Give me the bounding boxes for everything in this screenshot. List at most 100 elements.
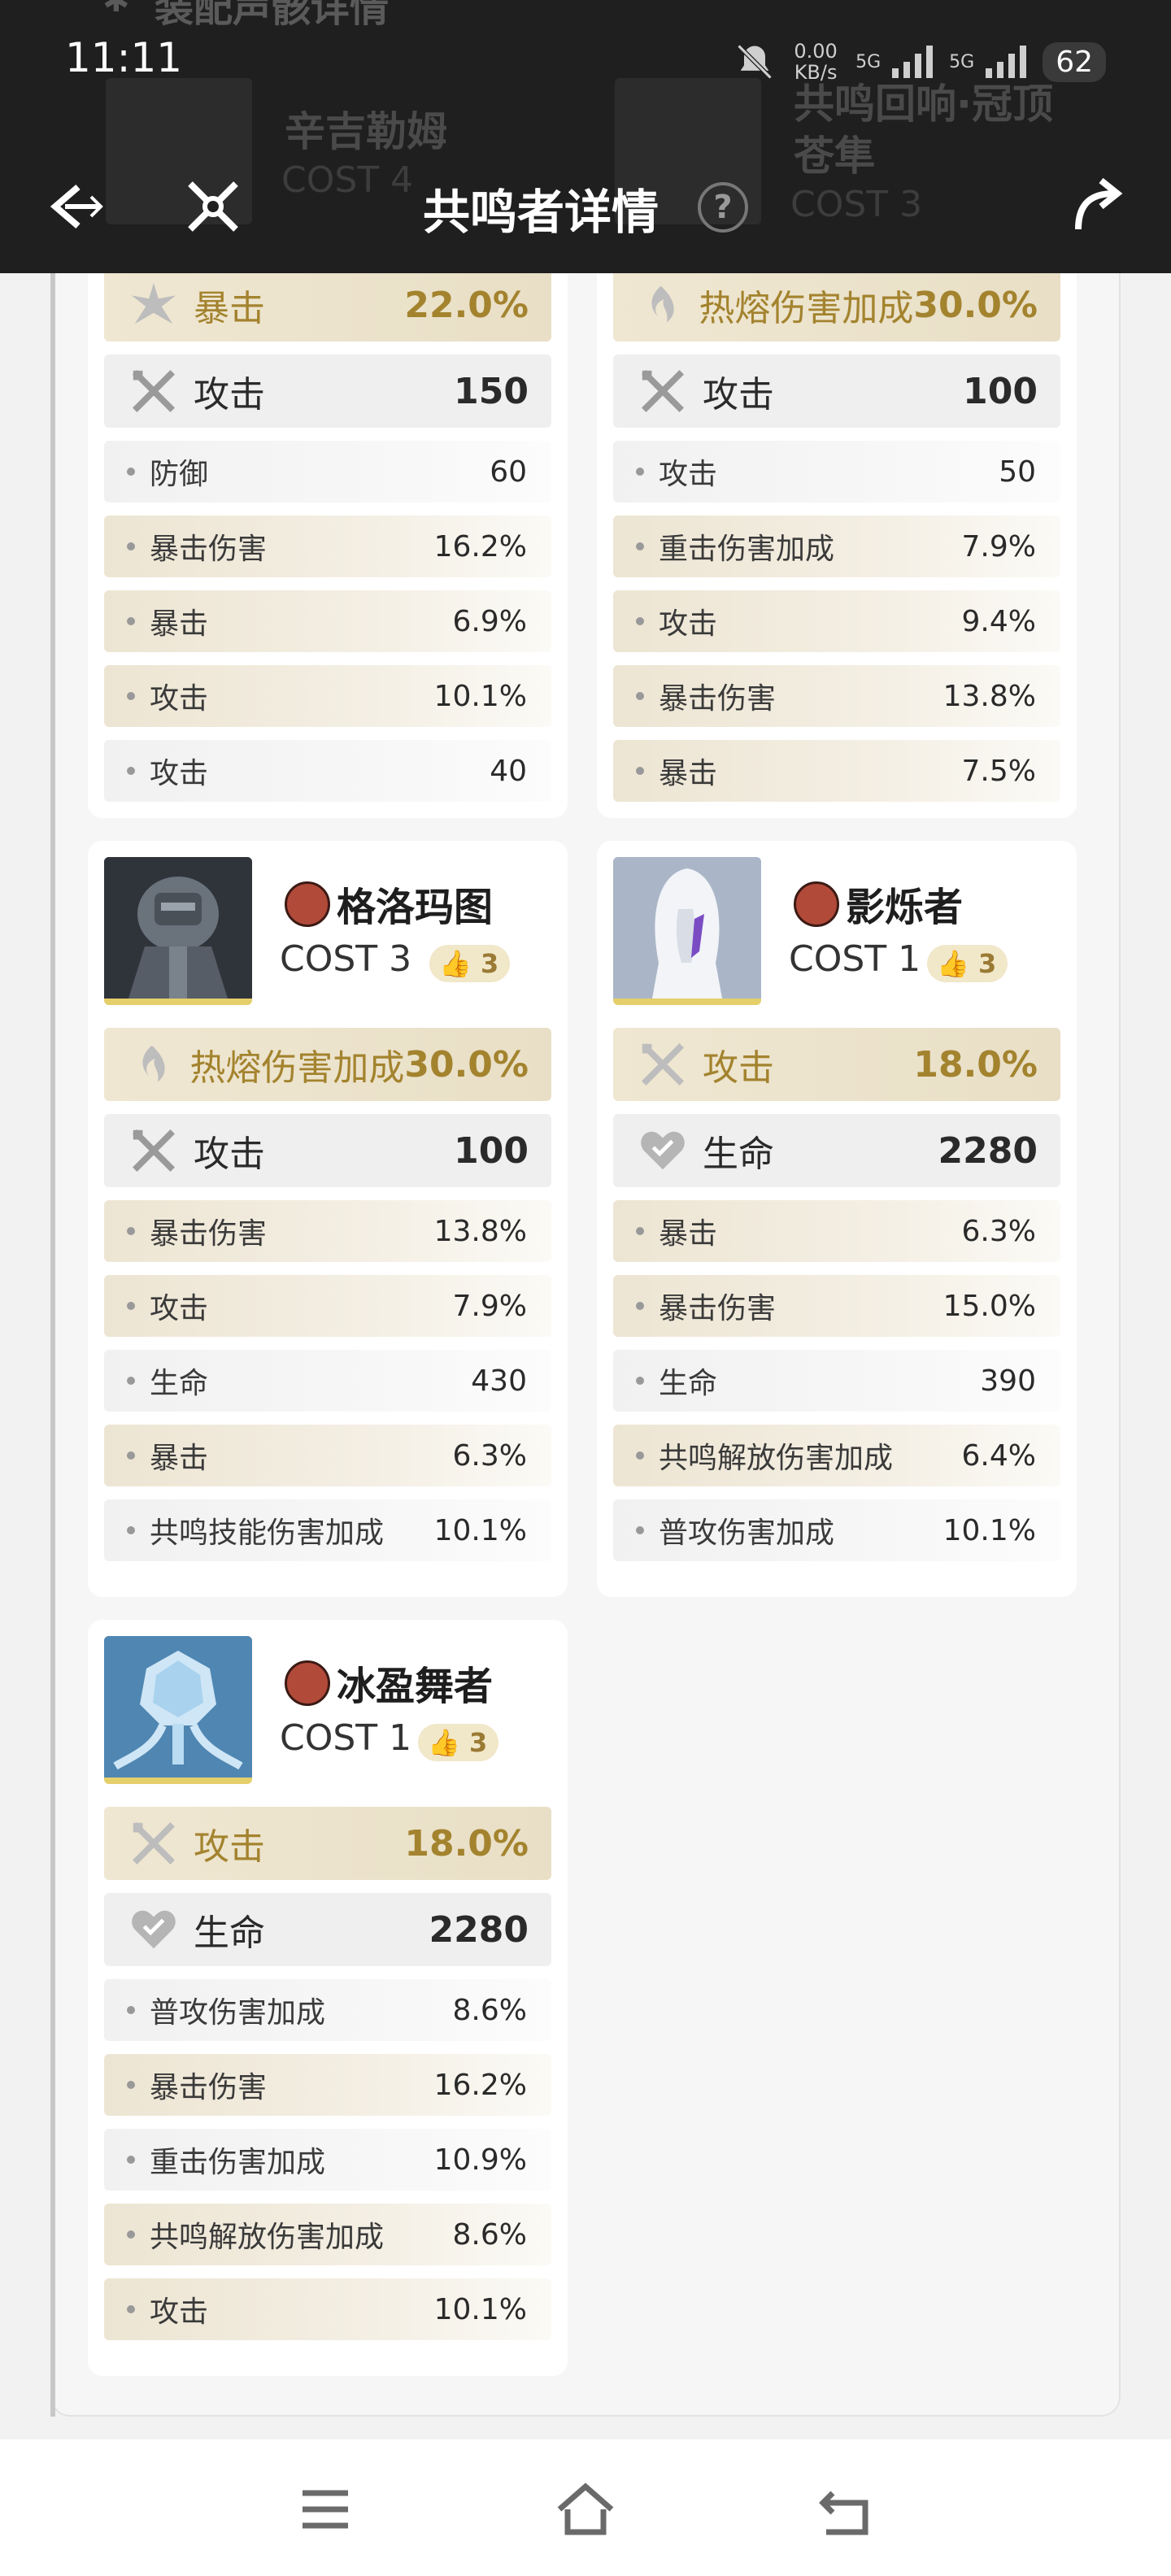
page-title: 共鸣者详情 bbox=[423, 185, 660, 240]
main-stat-label: 热熔伤害加成 bbox=[189, 1047, 405, 1089]
sub-stat-value: 6.3% bbox=[961, 1214, 1036, 1248]
signal-5g-label: 5G bbox=[949, 51, 975, 72]
sub-stat-label: 重击伤害加成 bbox=[150, 2146, 326, 2179]
sub-stat-label: 攻击 bbox=[659, 458, 718, 491]
sub-stat-value: 7.9% bbox=[452, 1289, 527, 1323]
sub-stat-label: 普攻伤害加成 bbox=[150, 1996, 326, 2030]
signal-icon bbox=[986, 46, 1027, 78]
fusion-icon bbox=[142, 1045, 165, 1082]
app-header: ✱ 装配声骸详情 辛吉勒姆 COST 4 共鸣回响·冠顶苍隼 COST 3 11… bbox=[0, 0, 1171, 273]
sub-stat-label: 暴击 bbox=[659, 757, 718, 790]
sub-stat-label: 生命 bbox=[659, 1367, 718, 1400]
sub-stat-row: 暴击伤害 15.0% bbox=[613, 1275, 1060, 1337]
heart-icon bbox=[132, 1910, 176, 1949]
status-time: 11:11 bbox=[65, 34, 183, 81]
sub-stat-value: 15.0% bbox=[942, 1289, 1036, 1323]
main-stat-value: 30.0% bbox=[913, 284, 1038, 326]
sub-stat-row: 重击伤害加成 7.9% bbox=[613, 516, 1060, 577]
sub-stat-value: 8.6% bbox=[452, 2217, 527, 2252]
main-stat-value: 18.0% bbox=[913, 1043, 1038, 1086]
echo-card[interactable]: 影烁者 COST 1 👍 3 攻击 18.0% 生命 2280 暴击 6.3% 暴… bbox=[597, 841, 1077, 1597]
sub-stat-row: 暴击 6.9% bbox=[104, 590, 551, 652]
crit-icon bbox=[131, 282, 176, 324]
menu-icon[interactable] bbox=[293, 2477, 358, 2542]
main-stat-row: 热熔伤害加成 30.0% bbox=[613, 268, 1060, 342]
sub-stat-label: 防御 bbox=[150, 458, 209, 491]
sub-stat-label: 攻击 bbox=[150, 682, 209, 716]
tune-badge: 👍 3 bbox=[418, 1724, 499, 1761]
echo-card[interactable]: 冰盈舞者 COST 1 👍 3 攻击 18.0% 生命 2280 普攻伤害加成 8… bbox=[88, 1620, 568, 2376]
sub-stat-value: 16.2% bbox=[433, 529, 527, 564]
back-arrow-icon[interactable] bbox=[42, 174, 107, 239]
echo-cost-ghost: COST 4 bbox=[281, 159, 414, 201]
echo-set-icon bbox=[285, 881, 330, 927]
star-icon: ✱ bbox=[102, 0, 130, 20]
sword-icon bbox=[133, 1129, 175, 1172]
echo-card-header: 格洛玛图 COST 3 👍 3 bbox=[104, 857, 551, 1028]
sub-stat-row: 普攻伤害加成 10.1% bbox=[613, 1499, 1060, 1561]
echo-name-ghost: 辛吉勒姆 bbox=[285, 108, 447, 155]
secondary-stat-row: 生命 2280 bbox=[613, 1114, 1060, 1187]
sub-stat-row: 暴击伤害 16.2% bbox=[104, 2054, 551, 2116]
echo-name: 格洛玛图 bbox=[337, 885, 494, 930]
secondary-stat-label: 攻击 bbox=[194, 1134, 265, 1175]
echo-card[interactable]: 格洛玛图 COST 3 👍 3 热熔伤害加成 30.0% 攻击 100 暴击伤害… bbox=[88, 841, 568, 1597]
echo-card: 暴击 22.0% 攻击 150 防御 60 暴击伤害 16.2% 暴击 6.9% 攻击… bbox=[88, 179, 568, 818]
sub-stat-row: 共鸣技能伤害加成 10.1% bbox=[104, 1499, 551, 1561]
help-icon[interactable]: ? bbox=[698, 182, 748, 233]
echo-cost-ghost: COST 3 bbox=[790, 184, 923, 225]
fusion-icon bbox=[651, 285, 674, 323]
sub-stat-value: 430 bbox=[471, 1364, 527, 1398]
sub-stat-row: 攻击 10.1% bbox=[104, 665, 551, 727]
secondary-stat-row: 生命 2280 bbox=[104, 1893, 551, 1966]
share-icon[interactable] bbox=[1065, 174, 1130, 239]
echo-card-header: 冰盈舞者 COST 1 👍 3 bbox=[104, 1636, 551, 1807]
back-icon[interactable] bbox=[813, 2477, 878, 2542]
echo-name-ghost: 共鸣回响·冠顶苍隼 bbox=[794, 80, 1053, 180]
secondary-stat-label: 生命 bbox=[194, 1912, 265, 1954]
thumbs-up-icon: 👍 bbox=[937, 948, 969, 979]
echo-name: 影烁者 bbox=[846, 885, 964, 930]
sub-stat-value: 60 bbox=[490, 455, 527, 489]
sub-stat-label: 攻击 bbox=[150, 1292, 209, 1325]
echo-set-icon bbox=[285, 1660, 330, 1706]
main-stat-value: 18.0% bbox=[404, 1822, 529, 1865]
sub-stat-value: 6.9% bbox=[452, 604, 527, 638]
battery-indicator: 62 bbox=[1043, 41, 1106, 82]
secondary-stat-row: 攻击 100 bbox=[104, 1114, 551, 1187]
tune-badge: 👍 3 bbox=[927, 945, 1008, 982]
thumbs-up-icon: 👍 bbox=[439, 948, 472, 979]
sub-stat-value: 50 bbox=[999, 455, 1036, 489]
main-stat-row: 攻击 18.0% bbox=[613, 1028, 1060, 1101]
main-stat-row: 攻击 18.0% bbox=[104, 1807, 551, 1880]
sub-stat-label: 暴击伤害 bbox=[659, 1292, 777, 1325]
sub-stat-row: 攻击 7.9% bbox=[104, 1275, 551, 1337]
tune-count: 3 bbox=[480, 948, 499, 979]
secondary-stat-label: 攻击 bbox=[703, 374, 774, 416]
sub-stat-value: 10.1% bbox=[433, 2292, 527, 2326]
sub-stat-value: 6.4% bbox=[961, 1438, 1036, 1473]
sub-stat-row: 重击伤害加成 10.9% bbox=[104, 2129, 551, 2191]
sub-stat-label: 暴击 bbox=[150, 1442, 209, 1475]
sub-stat-row: 生命 390 bbox=[613, 1350, 1060, 1412]
sub-stat-value: 7.9% bbox=[961, 529, 1036, 564]
echo-set-icon bbox=[794, 881, 839, 927]
sub-stat-row: 暴击 7.5% bbox=[613, 740, 1060, 802]
sub-stat-value: 390 bbox=[980, 1364, 1036, 1398]
echo-portrait-art bbox=[613, 857, 761, 999]
section-heading: 装配声骸详情 bbox=[155, 0, 390, 31]
sub-stat-row: 攻击 10.1% bbox=[104, 2278, 551, 2340]
sword-icon bbox=[642, 370, 684, 412]
sub-stat-row: 攻击 9.4% bbox=[613, 590, 1060, 652]
sub-stat-label: 共鸣技能伤害加成 bbox=[150, 1516, 385, 1550]
sword-icon bbox=[642, 1043, 684, 1086]
main-stat-value: 30.0% bbox=[404, 1043, 529, 1086]
signal-icon bbox=[892, 46, 934, 78]
sub-stat-value: 10.1% bbox=[433, 1513, 527, 1547]
echo-portrait-art bbox=[104, 1636, 252, 1778]
home-icon[interactable] bbox=[553, 2477, 618, 2542]
sub-stat-value: 13.8% bbox=[942, 679, 1036, 713]
sub-stat-value: 40 bbox=[490, 754, 527, 788]
main-stat-label: 攻击 bbox=[703, 1047, 774, 1089]
sub-stat-label: 暴击 bbox=[659, 1217, 718, 1251]
